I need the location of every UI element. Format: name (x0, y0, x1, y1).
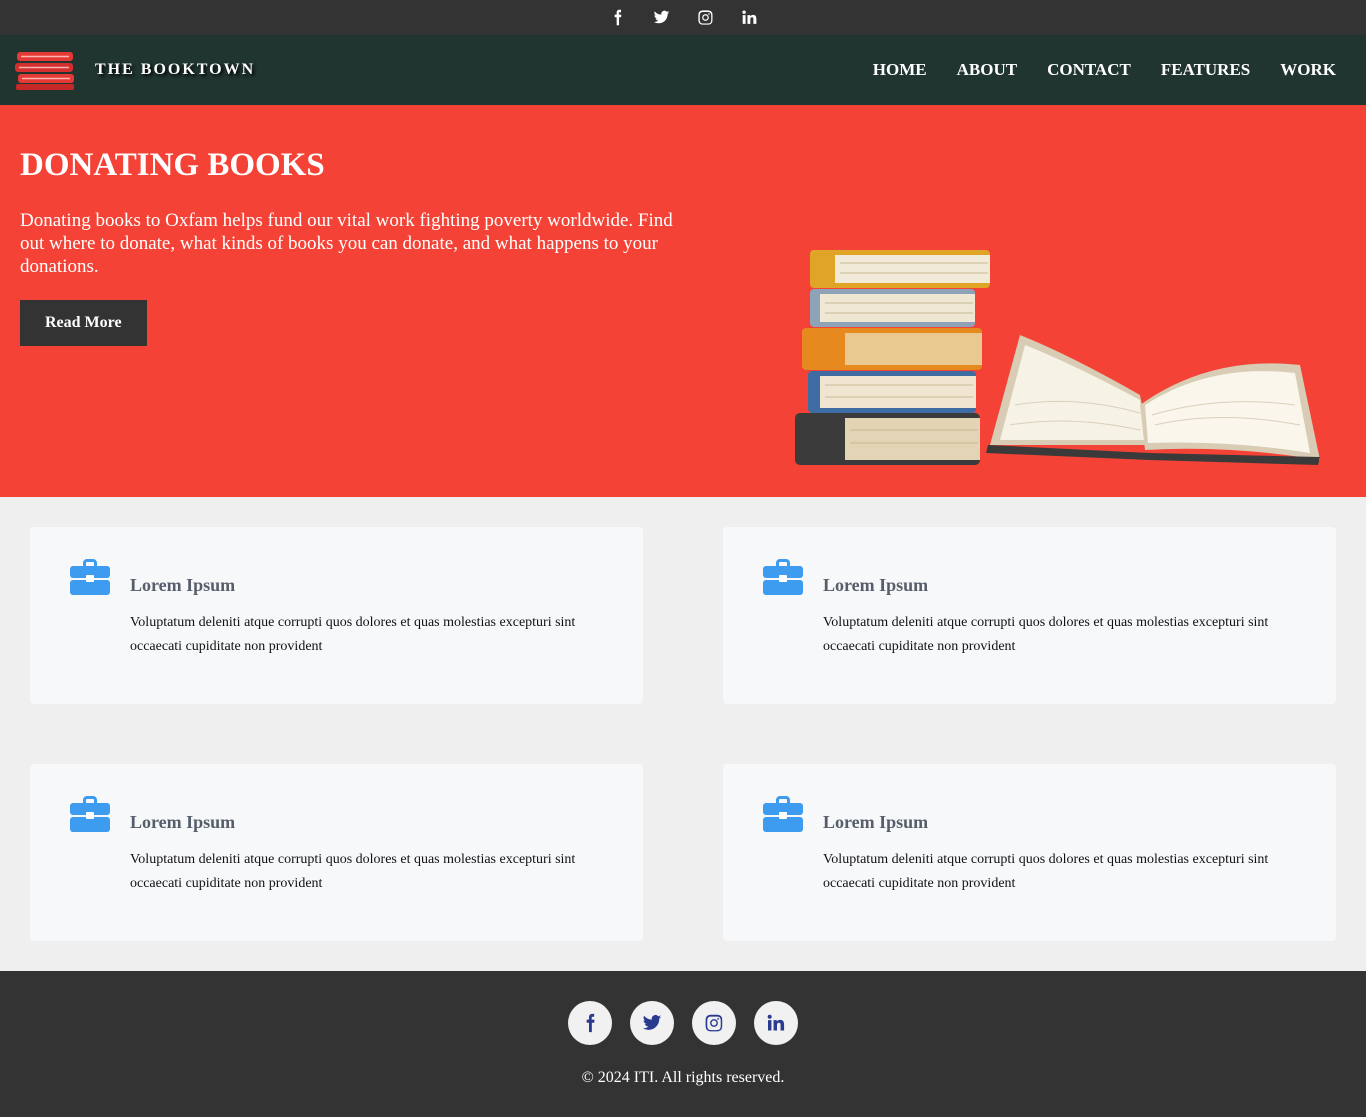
feature-card: Lorem Ipsum Voluptatum deleniti atque co… (30, 527, 643, 704)
instagram-icon[interactable] (692, 1001, 736, 1045)
feature-card: Lorem Ipsum Voluptatum deleniti atque co… (723, 527, 1336, 704)
feature-card-text: Voluptatum deleniti atque corrupti quos … (823, 615, 1269, 654)
footer: © 2024 ITI. All rights reserved. (0, 971, 1366, 1117)
feature-card-text: Voluptatum deleniti atque corrupti quos … (130, 852, 576, 891)
briefcase-icon (70, 796, 110, 832)
briefcase-icon (70, 559, 110, 595)
feature-card: Lorem Ipsum Voluptatum deleniti atque co… (723, 764, 1336, 941)
main-navbar: THE BOOKTOWN HOME ABOUT CONTACT FEATURES… (0, 35, 1366, 105)
nav-work-link[interactable]: WORK (1280, 60, 1336, 80)
brand[interactable]: THE BOOKTOWN (15, 49, 255, 91)
feature-card-text: Voluptatum deleniti atque corrupti quos … (823, 852, 1269, 891)
feature-card-title: Lorem Ipsum (130, 812, 236, 832)
linkedin-icon[interactable] (740, 9, 758, 27)
feature-card-title: Lorem Ipsum (823, 575, 929, 595)
feature-card-title: Lorem Ipsum (823, 812, 929, 832)
nav-contact-link[interactable]: CONTACT (1047, 60, 1131, 80)
features-grid: Lorem Ipsum Voluptatum deleniti atque co… (0, 497, 1366, 971)
read-more-button[interactable]: Read More (20, 300, 147, 346)
nav-about-link[interactable]: ABOUT (957, 60, 1017, 80)
instagram-icon[interactable] (696, 9, 714, 27)
facebook-icon[interactable] (608, 9, 626, 27)
brand-name: THE BOOKTOWN (95, 61, 256, 78)
hero-title: DONATING BOOKS (20, 147, 325, 183)
top-social-bar (0, 0, 1366, 35)
briefcase-icon (763, 559, 803, 595)
twitter-icon[interactable] (630, 1001, 674, 1045)
nav-home-link[interactable]: HOME (873, 60, 927, 80)
nav-features-link[interactable]: FEATURES (1161, 60, 1250, 80)
twitter-icon[interactable] (652, 9, 670, 27)
hero-text: Donating books to Oxfam helps fund our v… (20, 210, 673, 277)
hero-section: DONATING BOOKS Donating books to Oxfam h… (0, 105, 1366, 497)
books-logo-icon (15, 49, 75, 91)
footer-social-links (568, 1001, 798, 1045)
briefcase-icon (763, 796, 803, 832)
feature-card-text: Voluptatum deleniti atque corrupti quos … (130, 615, 576, 654)
linkedin-icon[interactable] (754, 1001, 798, 1045)
feature-card: Lorem Ipsum Voluptatum deleniti atque co… (30, 764, 643, 941)
facebook-icon[interactable] (568, 1001, 612, 1045)
copyright-text: © 2024 ITI. All rights reserved. (581, 1069, 785, 1086)
feature-card-title: Lorem Ipsum (130, 575, 236, 595)
books-stack-illustration (795, 250, 1320, 465)
nav-menu: HOME ABOUT CONTACT FEATURES WORK (873, 60, 1336, 80)
